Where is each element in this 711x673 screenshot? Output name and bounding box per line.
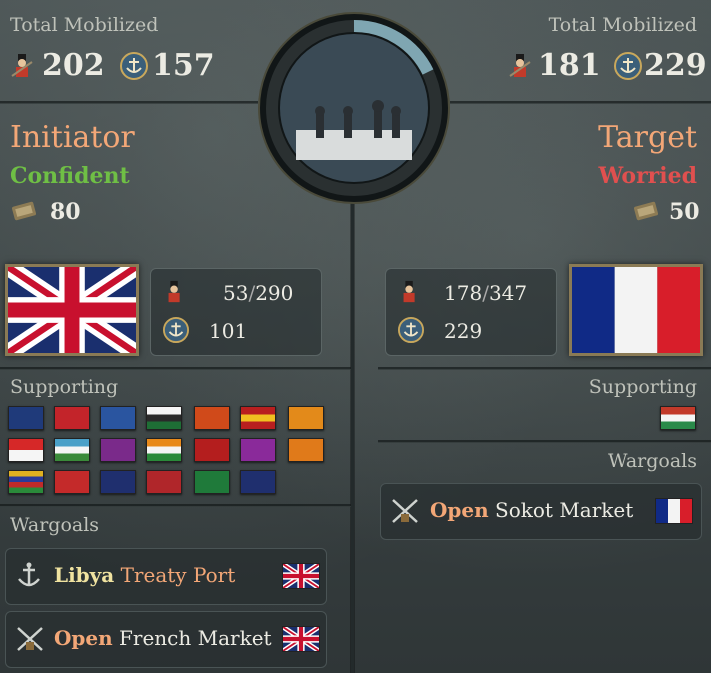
right-wargoal-1[interactable]: Open Sokot Market xyxy=(380,483,702,540)
left-wargoal-1[interactable]: Libya Treaty Port xyxy=(5,548,327,605)
right-army-icon xyxy=(508,52,534,84)
supporter-flag[interactable] xyxy=(194,438,230,462)
left-wargoal-1-part2: Treaty Port xyxy=(120,563,236,587)
right-role-title: Target xyxy=(598,120,697,155)
left-ships: 101 xyxy=(209,319,248,343)
supporter-flag[interactable] xyxy=(100,406,136,430)
right-influence-icon xyxy=(632,198,662,228)
crossed-swords-icon xyxy=(14,624,46,658)
supporter-flag[interactable] xyxy=(240,438,276,462)
supporter-flag[interactable] xyxy=(8,438,44,462)
left-total-label: Total Mobilized xyxy=(10,14,159,36)
right-troops-max: 347 xyxy=(488,281,528,305)
supporter-flag[interactable] xyxy=(100,470,136,494)
right-influence-value: 50 xyxy=(669,199,700,225)
left-wargoal-2-part1: Open xyxy=(54,626,113,650)
right-wargoal-divider xyxy=(378,440,711,443)
right-troops-sep: / xyxy=(482,281,489,305)
right-stats-box: 178/347 229 xyxy=(385,268,557,356)
supporter-flag[interactable] xyxy=(288,406,324,430)
center-emblem xyxy=(256,10,452,210)
left-support-divider xyxy=(0,367,351,370)
left-navy-icon xyxy=(120,52,148,84)
supporter-flag[interactable] xyxy=(146,406,182,430)
left-troops-max: 290 xyxy=(255,281,294,305)
left-army-count: 202 xyxy=(42,48,105,83)
right-army-count: 181 xyxy=(538,48,601,83)
right-wargoal-1-part2: Sokot Market xyxy=(495,498,634,522)
left-influence-icon xyxy=(10,198,40,228)
supporter-flag[interactable] xyxy=(194,406,230,430)
left-wargoal-1-part1: Libya xyxy=(54,563,115,587)
left-wargoal-2[interactable]: Open French Market xyxy=(5,611,327,668)
center-divider xyxy=(351,200,354,673)
united-kingdom-flag-icon xyxy=(281,625,321,653)
left-country-flag[interactable] xyxy=(3,259,141,361)
left-supporting-label: Supporting xyxy=(10,376,119,398)
france-flag-icon xyxy=(655,498,693,524)
supporter-flag[interactable] xyxy=(146,470,182,494)
france-flag-icon xyxy=(572,267,700,353)
left-stats-navy-icon xyxy=(163,317,189,347)
right-wargoal-1-part1: Open xyxy=(430,498,489,522)
right-top-divider xyxy=(450,101,711,104)
left-wargoal-2-part2: French Market xyxy=(119,626,272,650)
right-support-divider xyxy=(378,367,711,370)
united-kingdom-flag-icon xyxy=(3,259,141,361)
left-army-icon xyxy=(10,52,36,84)
left-influence-value: 80 xyxy=(50,199,81,225)
anchor-icon xyxy=(14,561,44,595)
supporter-flag[interactable] xyxy=(660,406,696,430)
right-total-label: Total Mobilized xyxy=(548,14,697,36)
supporter-flag[interactable] xyxy=(240,470,276,494)
left-navy-count: 157 xyxy=(152,48,215,83)
right-supporting-label: Supporting xyxy=(588,376,697,398)
left-stats-box: 53/290 101 xyxy=(150,268,322,356)
supporter-flag[interactable] xyxy=(54,470,90,494)
right-country-flag[interactable] xyxy=(569,264,703,356)
supporter-flag[interactable] xyxy=(8,406,44,430)
right-navy-count: 229 xyxy=(644,48,707,83)
crossed-swords-icon xyxy=(389,496,421,530)
left-stats-army-icon xyxy=(163,279,187,309)
left-wargoals-label: Wargoals xyxy=(10,514,100,536)
supporter-flag[interactable] xyxy=(240,406,276,430)
right-wargoals-label: Wargoals xyxy=(607,450,697,472)
supporter-flag[interactable] xyxy=(100,438,136,462)
left-troops: 53 xyxy=(223,281,249,305)
right-navy-icon xyxy=(614,52,642,84)
right-stance: Worried xyxy=(598,163,697,189)
supporter-flag[interactable] xyxy=(146,438,182,462)
right-troops: 178 xyxy=(444,281,483,305)
supporter-flag[interactable] xyxy=(54,438,90,462)
right-stats-army-icon xyxy=(398,279,422,309)
right-stats-navy-icon xyxy=(398,317,424,347)
left-wargoal-divider xyxy=(0,504,351,507)
right-ships: 229 xyxy=(444,319,483,343)
supporter-flag[interactable] xyxy=(8,470,44,494)
supporter-flag[interactable] xyxy=(288,438,324,462)
left-top-divider xyxy=(0,101,258,104)
supporter-flag[interactable] xyxy=(54,406,90,430)
supporter-flag[interactable] xyxy=(194,470,230,494)
left-stance: Confident xyxy=(10,163,130,189)
left-role-title: Initiator xyxy=(10,120,135,155)
united-kingdom-flag-icon xyxy=(281,562,321,590)
